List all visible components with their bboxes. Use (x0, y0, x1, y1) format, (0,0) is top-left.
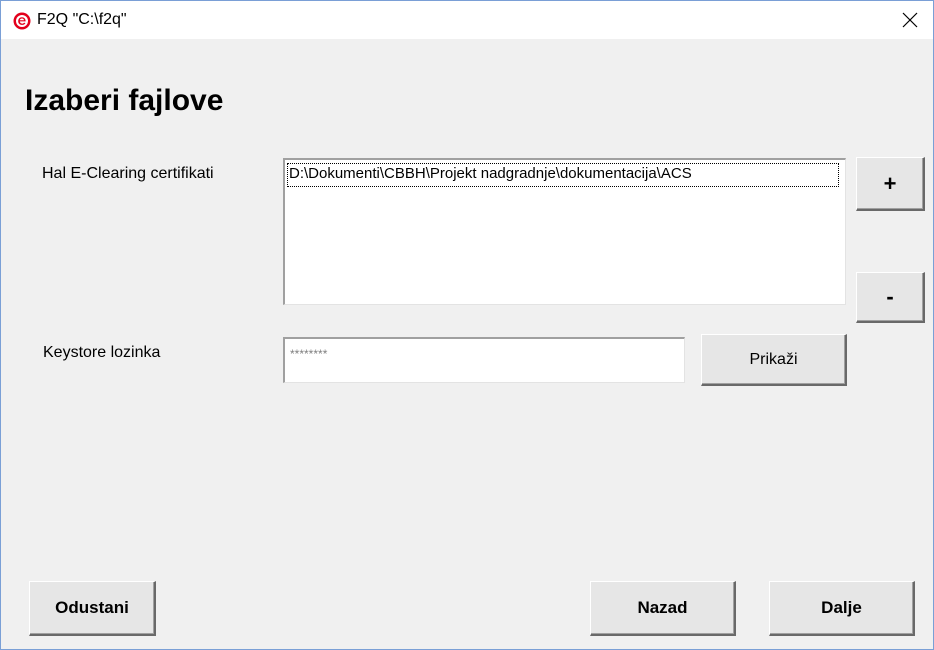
cancel-button[interactable]: Odustani (29, 581, 156, 636)
window-title: F2Q "C:\f2q" (37, 11, 127, 28)
app-e-icon (13, 12, 31, 30)
show-password-button[interactable]: Prikaži (701, 334, 847, 386)
close-button[interactable] (887, 1, 933, 39)
keystore-password-label: Keystore lozinka (43, 344, 161, 361)
list-item[interactable]: D:\Dokumenti\CBBH\Projekt nadgradnje\dok… (287, 163, 839, 187)
add-certificate-button[interactable]: + (856, 157, 925, 211)
close-icon (902, 12, 918, 28)
certificates-label: Hal E-Clearing certifikati (42, 165, 214, 182)
title-bar[interactable]: F2Q "C:\f2q" (1, 1, 933, 39)
keystore-password-field[interactable]: ******** (283, 337, 685, 383)
back-button[interactable]: Nazad (590, 581, 736, 636)
dialog-window: F2Q "C:\f2q" Izaberi fajlove Hal E-Clear… (0, 0, 934, 650)
page-title: Izaberi fajlove (25, 84, 224, 117)
remove-certificate-button[interactable]: - (856, 272, 925, 323)
certificates-listbox[interactable]: D:\Dokumenti\CBBH\Projekt nadgradnje\dok… (283, 158, 846, 305)
next-button[interactable]: Dalje (769, 581, 915, 636)
